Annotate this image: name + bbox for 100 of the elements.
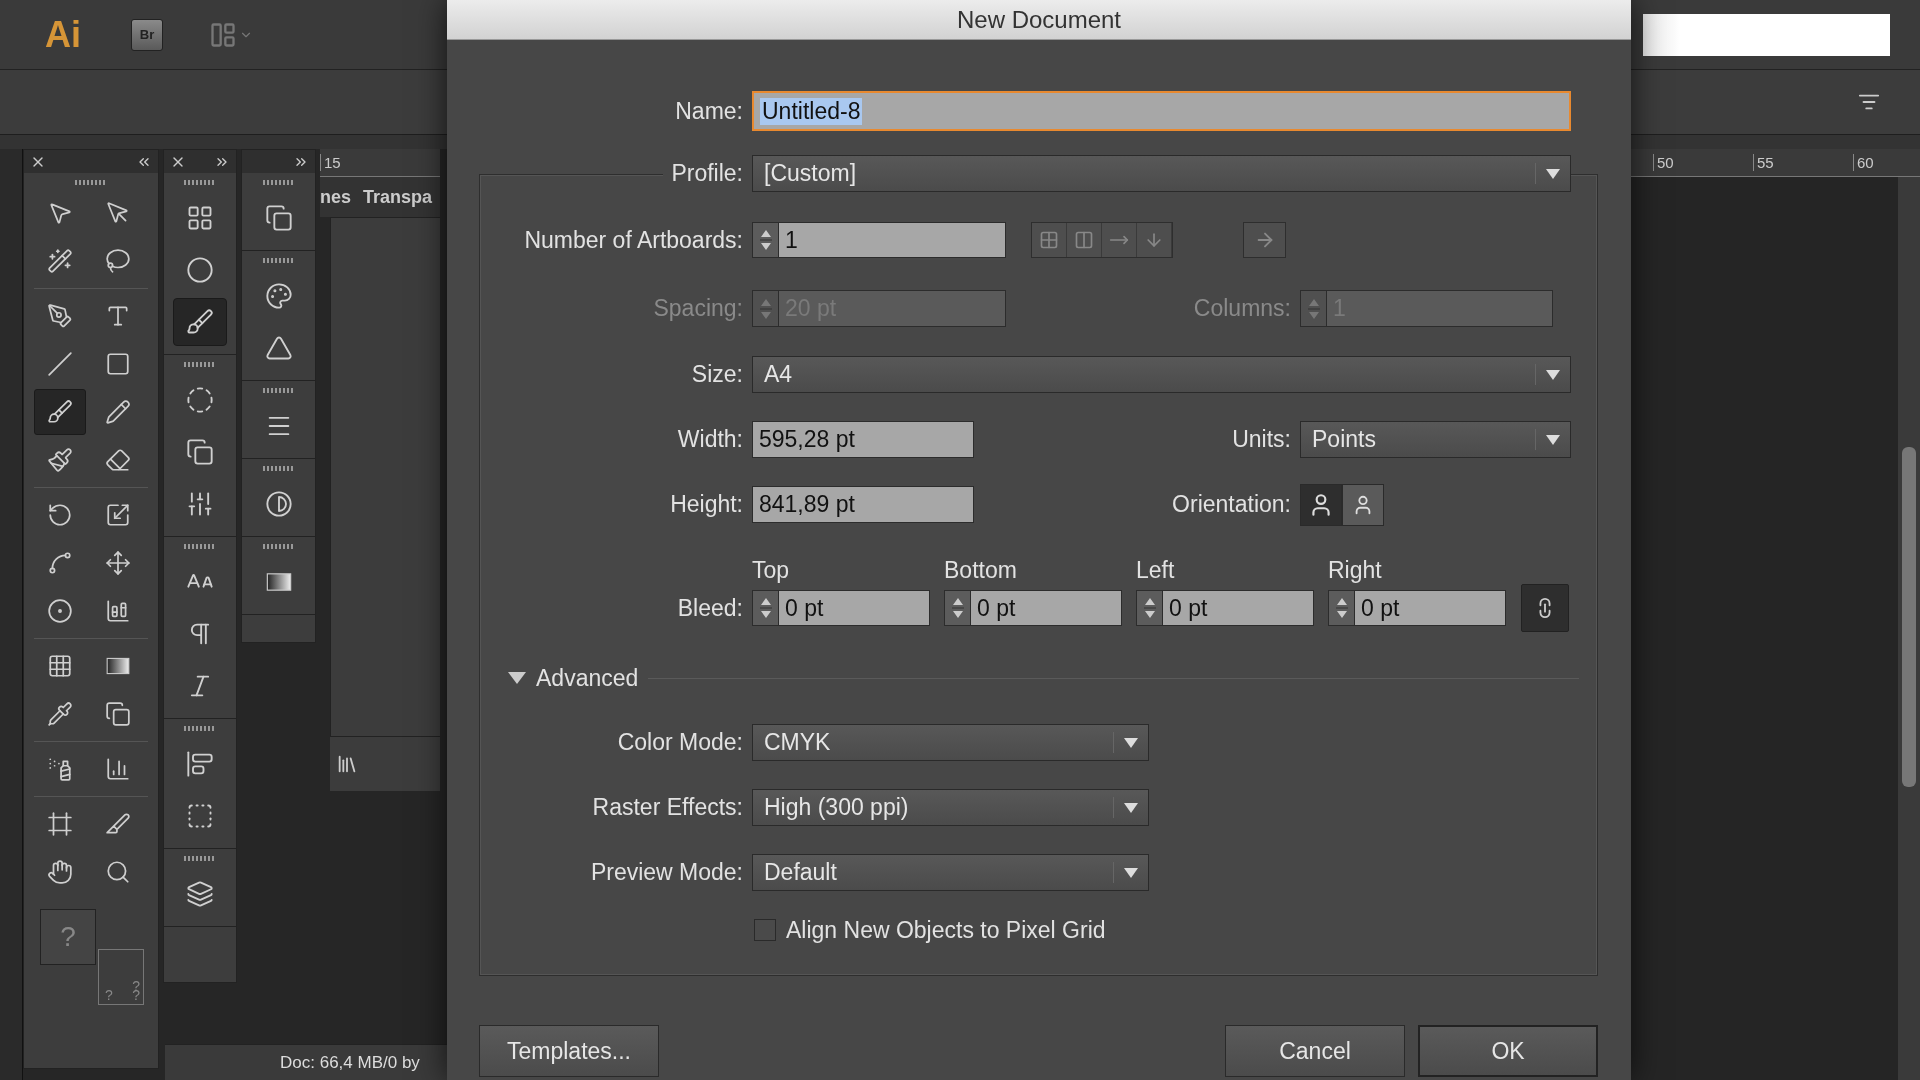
arrange-button[interactable]	[1102, 223, 1137, 257]
grip-handle[interactable]	[75, 180, 107, 185]
search-field[interactable]	[1643, 13, 1890, 56]
sliders-icon	[186, 490, 214, 518]
panel-tab[interactable]: Transpa	[363, 186, 433, 208]
raster-effects-dropdown[interactable]: High (300 ppi)	[752, 789, 1149, 826]
stepper-arrows-icon	[1335, 596, 1348, 620]
rotate-icon	[47, 502, 73, 528]
dialog-button[interactable]: Cancel	[1225, 1025, 1405, 1077]
field-label: Spacing:	[652, 295, 744, 322]
arrange-button[interactable]	[1032, 223, 1067, 257]
stacked-graph-icon	[105, 598, 131, 624]
zoom-icon	[105, 859, 131, 885]
ruler-label: 15	[320, 154, 440, 171]
workspace-icon	[209, 20, 237, 49]
field-label: Orientation:	[1171, 491, 1292, 518]
artboard-icon	[47, 811, 73, 837]
stepper[interactable]	[944, 590, 970, 626]
field-label: Raster Effects:	[591, 794, 744, 821]
app-logo: Ai	[45, 13, 81, 56]
landscape-button[interactable]	[1342, 483, 1384, 526]
layout-direction-button[interactable]	[1243, 222, 1286, 258]
bleed-heading: Left	[1136, 556, 1176, 584]
artboards-field[interactable]: 1	[778, 222, 1006, 258]
dialog-button[interactable]: OK	[1418, 1025, 1598, 1077]
ruler-label: 60	[1853, 154, 1920, 171]
field-label: Columns:	[1192, 295, 1292, 322]
stepper[interactable]	[1136, 590, 1162, 626]
field-label: Bleed:	[676, 594, 744, 622]
preview-mode-dropdown[interactable]: Default	[752, 854, 1149, 891]
panel-button[interactable]	[173, 298, 227, 346]
dashed-square-icon	[186, 802, 214, 830]
field-label: Number of Artboards:	[523, 226, 744, 254]
disclosure-triangle-icon	[508, 672, 526, 684]
caret-icon	[1546, 168, 1560, 179]
caret-icon	[1546, 369, 1560, 380]
grid-icon	[186, 204, 214, 232]
bleed-field[interactable]: 0 pt	[1354, 590, 1506, 626]
width-field[interactable]: 595,28 pt	[752, 421, 974, 458]
bleed-field[interactable]: 0 pt	[970, 590, 1122, 626]
caret-icon	[1124, 802, 1138, 813]
layers-icon	[186, 880, 214, 908]
bridge-button[interactable]: Br	[131, 18, 163, 51]
hand-icon	[47, 859, 73, 885]
field-label: Width:	[676, 426, 744, 453]
rectangle-icon	[105, 351, 131, 377]
grip-handle[interactable]	[184, 856, 216, 861]
free-transform-icon	[105, 550, 131, 576]
library-icon[interactable]	[336, 753, 358, 775]
scale-icon	[105, 502, 131, 528]
stepper[interactable]	[1328, 590, 1354, 626]
dialog-button[interactable]: Templates...	[479, 1025, 659, 1077]
scrollbar-thumb[interactable]	[1902, 447, 1916, 787]
name-field[interactable]: Untitled-8	[752, 91, 1571, 131]
portrait-button[interactable]	[1300, 483, 1342, 526]
tool-button[interactable]	[34, 389, 86, 435]
checkbox[interactable]	[754, 919, 776, 941]
color-mode-dropdown[interactable]: CMYK	[752, 724, 1149, 761]
profile-dropdown[interactable]: [Custom]	[752, 155, 1571, 192]
workspace-switcher[interactable]	[209, 20, 253, 49]
height-field[interactable]: 841,89 pt	[752, 486, 974, 523]
stepper-arrows-icon	[951, 596, 964, 620]
grip-handle[interactable]	[184, 726, 216, 731]
arrange-button[interactable]	[1137, 223, 1172, 257]
field-label: Preview Mode:	[589, 859, 744, 886]
arrange-button[interactable]	[1067, 223, 1102, 257]
palette-icon	[264, 282, 293, 310]
warp-icon	[47, 550, 73, 576]
column-graph-icon	[105, 756, 131, 782]
field-label: Units:	[1231, 426, 1292, 453]
brushes-icon	[186, 308, 214, 336]
stepper[interactable]	[752, 222, 778, 258]
knife-icon	[105, 811, 131, 837]
grid-arrange-icon	[1039, 230, 1059, 250]
link-button[interactable]	[1521, 584, 1569, 632]
panel-tab[interactable]: nes	[320, 186, 352, 208]
bleed-field[interactable]: 0 pt	[778, 590, 930, 626]
eyedropper-icon	[47, 701, 73, 727]
bleed-heading: Bottom	[944, 556, 1018, 584]
bleed-field[interactable]: 0 pt	[1162, 590, 1314, 626]
column-arrange-icon	[1074, 230, 1094, 250]
ruler-label: 50	[1653, 154, 1753, 171]
overlapping-squares-icon	[264, 204, 293, 232]
grip-handle[interactable]	[184, 180, 216, 185]
line-icon	[47, 351, 73, 377]
paintbrush-icon	[47, 399, 73, 425]
caret-icon	[1124, 867, 1138, 878]
transform-icon	[186, 438, 214, 466]
status-text: Doc: 66,4 MB/0 by	[165, 1044, 447, 1080]
stepper[interactable]	[752, 590, 778, 626]
units-dropdown[interactable]: Points	[1300, 421, 1571, 458]
field-label: Name:	[674, 97, 744, 125]
pencil-icon	[105, 399, 131, 425]
triangle-icon	[264, 334, 293, 362]
advanced-toggle[interactable]: Advanced	[480, 664, 639, 692]
size-dropdown[interactable]: A4	[752, 356, 1571, 393]
dashed-circle-icon	[186, 386, 214, 414]
grip-handle[interactable]	[184, 544, 216, 549]
grip-handle[interactable]	[184, 362, 216, 367]
transparency-icon	[264, 490, 293, 518]
